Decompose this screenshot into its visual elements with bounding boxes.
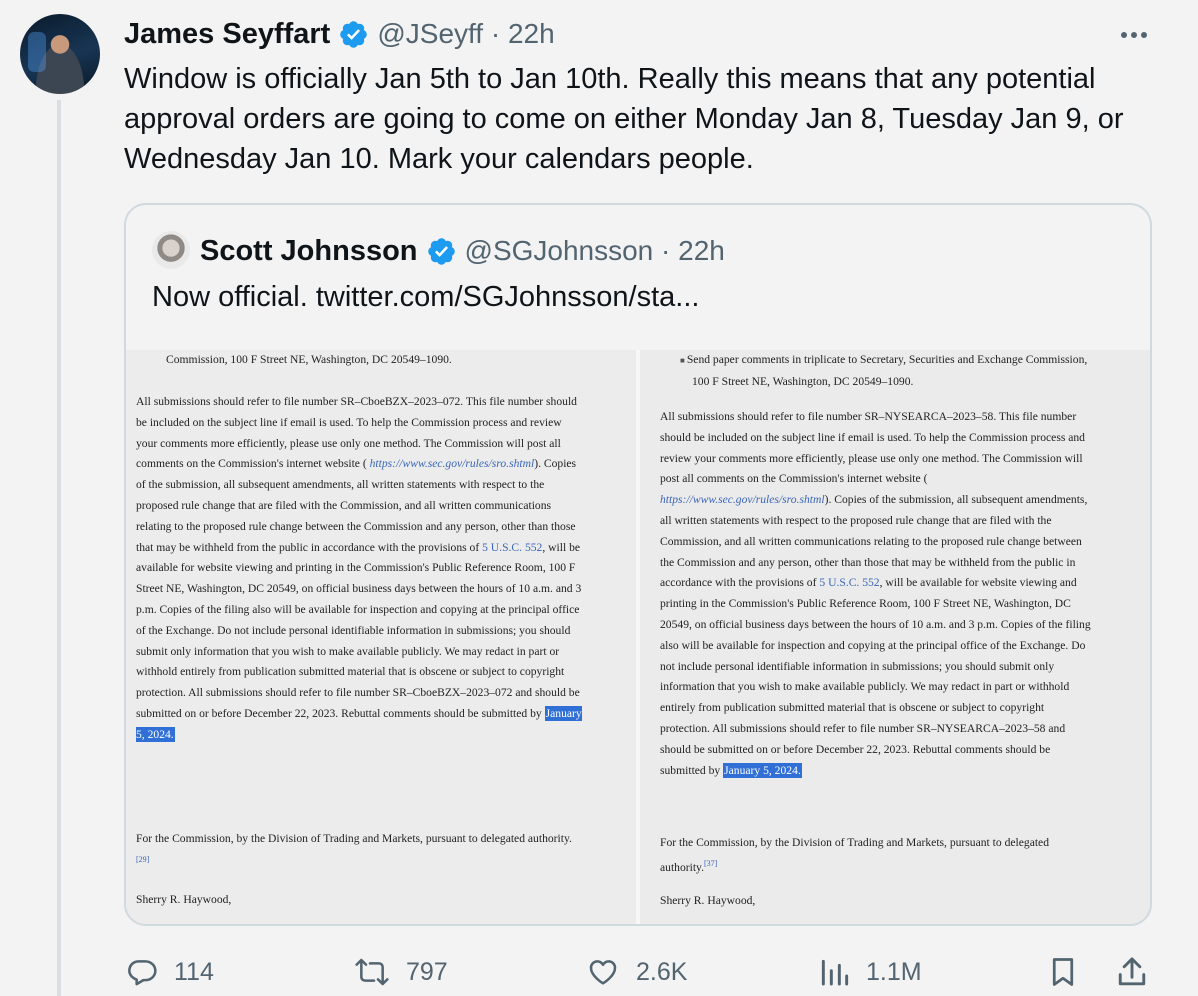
reply-icon <box>128 960 157 986</box>
quoted-tweet[interactable]: Scott Johnsson @SGJohnsson · 22h Now off… <box>124 203 1152 926</box>
doc-left-authority: For the Commission, by the Division of T… <box>136 832 572 864</box>
footnote-link[interactable]: [29] <box>136 855 149 864</box>
doc-right-signer: Sherry R. Haywood, <box>660 894 756 907</box>
bullet-icon: ■ <box>680 356 687 365</box>
reply-count: 114 <box>174 957 214 986</box>
quoted-tweet-header: Scott Johnsson @SGJohnsson · 22h <box>200 233 725 269</box>
like-count: 2.6K <box>636 957 688 986</box>
doc-left-paragraph: All submissions should refer to file num… <box>136 395 582 742</box>
quoted-author-avatar[interactable] <box>152 231 190 269</box>
quoted-author-name[interactable]: Scott Johnsson <box>200 235 418 268</box>
sec-rules-link[interactable]: https://www.sec.gov/rules/sro.shtml <box>660 493 825 506</box>
doc-left-signer: Sherry R. Haywood, <box>136 893 232 906</box>
quoted-author-handle-time[interactable]: @SGJohnsson · 22h <box>465 235 725 267</box>
verified-badge-icon <box>427 237 455 265</box>
author-handle-time[interactable]: @JSeyff · 22h <box>377 18 554 50</box>
reply-button[interactable]: 114 <box>126 952 214 992</box>
document-image-right[interactable]: ■ Send paper comments in triplicate to S… <box>640 350 1150 924</box>
quoted-tweet-text: Now official. twitter.com/SGJohnsson/sta… <box>152 281 700 313</box>
doc-right-paragraph: All submissions should refer to file num… <box>660 410 1091 778</box>
author-name[interactable]: James Seyffart <box>124 18 330 51</box>
retweet-icon <box>355 958 389 986</box>
heart-icon <box>589 960 617 985</box>
more-options-icon[interactable] <box>1116 22 1152 48</box>
author-avatar[interactable] <box>20 14 100 94</box>
doc-right-bullet: ■ Send paper comments in triplicate to S… <box>680 353 1088 388</box>
retweet-button[interactable]: 797 <box>354 952 448 992</box>
footnote-link[interactable]: [37] <box>704 859 717 868</box>
highlighted-date: January 5, 2024. <box>723 762 802 778</box>
doc-right-authority: For the Commission, by the Division of T… <box>660 836 1050 874</box>
usc-link[interactable]: 5 U.S.C. 552 <box>482 541 542 554</box>
retweet-count: 797 <box>406 957 448 986</box>
tweet-header: James Seyffart @JSeyff · 22h <box>124 16 555 52</box>
view-count: 1.1M <box>866 957 922 986</box>
views-chart-icon <box>821 959 849 986</box>
bookmark-icon <box>1052 958 1074 986</box>
verified-badge-icon <box>340 20 368 48</box>
share-button[interactable] <box>1116 952 1148 992</box>
bookmark-button[interactable] <box>1048 952 1078 992</box>
document-image-left[interactable]: Commission, 100 F Street NE, Washington,… <box>126 350 636 924</box>
thread-line <box>57 100 61 996</box>
tweet-text: Window is officially Jan 5th to Jan 10th… <box>124 63 1124 175</box>
like-button[interactable]: 2.6K <box>586 952 687 992</box>
share-icon <box>1118 957 1146 986</box>
usc-link[interactable]: 5 U.S.C. 552 <box>819 576 879 589</box>
views-button[interactable]: 1.1M <box>818 952 922 992</box>
sec-rules-link[interactable]: https://www.sec.gov/rules/sro.shtml <box>370 457 535 470</box>
tweet-actions-bar: 114 797 2.6K 1.1M <box>0 952 1198 992</box>
doc-left-top-line: Commission, 100 F Street NE, Washington,… <box>166 353 452 366</box>
